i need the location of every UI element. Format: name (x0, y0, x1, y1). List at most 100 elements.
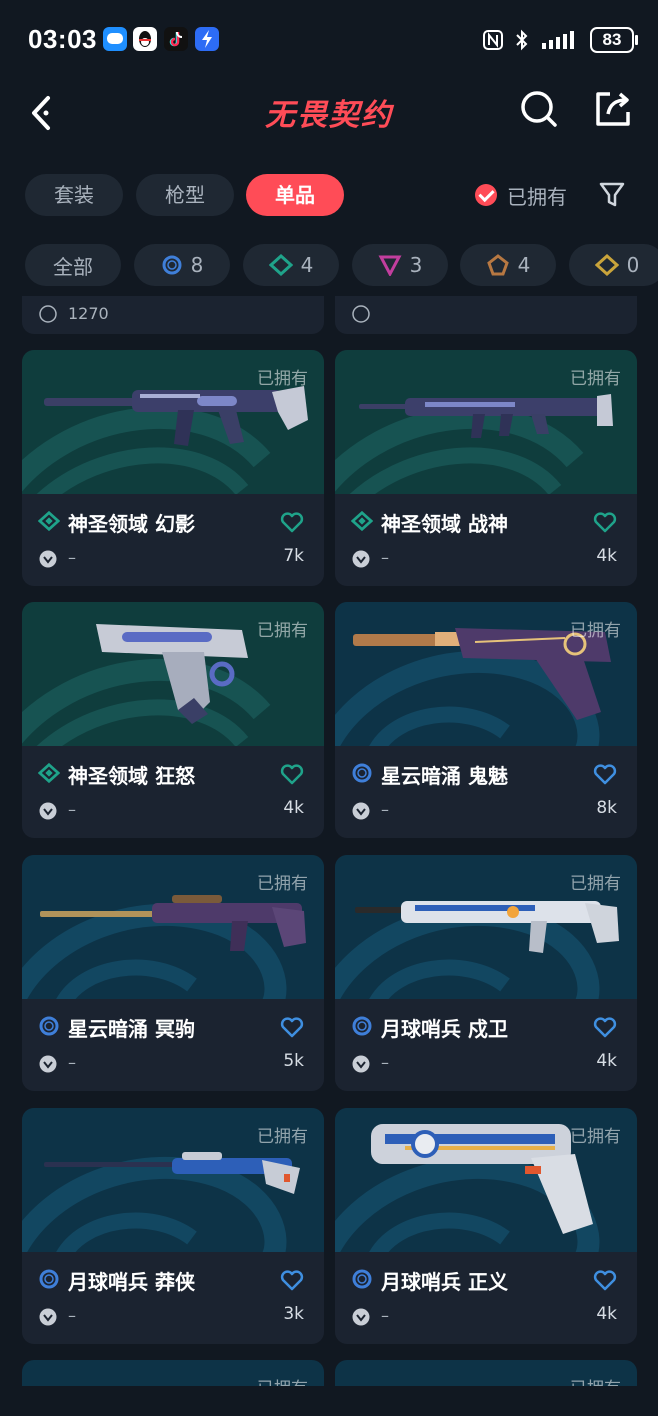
heart-icon[interactable] (280, 1016, 304, 1038)
owned-tag: 已拥有 (257, 1127, 308, 1147)
triangle-tier-icon (378, 255, 402, 276)
item-name: 星云暗涌 鬼魅 (381, 764, 508, 788)
checkbox-checked-icon (475, 184, 497, 206)
radiant-point-icon (39, 802, 57, 820)
item-price: – (381, 800, 389, 819)
item-card-partial[interactable]: 1270 (22, 296, 324, 334)
nfc-icon (483, 30, 503, 50)
category-tabs: 套装 枪型 单品 已拥有 (0, 174, 658, 218)
heart-icon[interactable] (280, 511, 304, 533)
heart-icon[interactable] (593, 763, 617, 785)
battery-indicator: 83 (590, 27, 638, 53)
ring-tier-icon (352, 1016, 372, 1036)
funnel-icon (599, 182, 625, 207)
heart-icon[interactable] (593, 1016, 617, 1038)
heart-icon[interactable] (280, 763, 304, 785)
item-name: 星云暗涌 冥驹 (68, 1017, 195, 1041)
item-value: 1270 (68, 304, 109, 323)
owned-filter-label: 已拥有 (507, 184, 567, 209)
item-price: – (68, 800, 76, 819)
owned-filter-toggle[interactable]: 已拥有 (475, 180, 567, 210)
diamond-tier-icon (38, 510, 60, 532)
item-card[interactable]: 已拥有 月球哨兵 戍卫 – 4k (335, 855, 637, 1091)
chip-count: 8 (190, 253, 204, 277)
ring-tier-icon (39, 1269, 59, 1289)
item-image: 已拥有 (335, 1108, 637, 1252)
tab-weapon-type[interactable]: 枪型 (136, 174, 234, 216)
item-card[interactable]: 已拥有 星云暗涌 鬼魅 – 8k (335, 602, 637, 838)
owned-tag: 已拥有 (570, 621, 621, 641)
search-button[interactable] (516, 86, 562, 132)
owned-tag: 已拥有 (570, 1127, 621, 1147)
radiant-point-icon (39, 305, 57, 323)
item-card-partial[interactable]: 已拥有 (335, 1360, 637, 1386)
favorite-count: 5k (283, 1051, 304, 1071)
favorite-count: 7k (283, 546, 304, 566)
search-icon (521, 91, 557, 127)
chip-ring-tier[interactable]: 8 (134, 244, 230, 286)
item-card[interactable]: 已拥有 神圣领域 战神 – 4k (335, 350, 637, 586)
heart-icon[interactable] (593, 1269, 617, 1291)
item-card[interactable]: 已拥有 星云暗涌 冥驹 – 5k (22, 855, 324, 1091)
item-name: 神圣领域 狂怒 (68, 764, 195, 788)
radiant-point-icon (39, 550, 57, 568)
chip-count: 4 (517, 253, 531, 277)
ring-tier-icon (352, 1269, 372, 1289)
item-price: – (381, 1306, 389, 1325)
favorite-count: 4k (596, 1304, 617, 1324)
diamond-tier-icon (351, 510, 373, 532)
item-card-partial[interactable]: 已拥有 (22, 1360, 324, 1386)
heart-icon[interactable] (280, 1269, 304, 1291)
favorite-count: 4k (596, 1051, 617, 1071)
tab-single-items[interactable]: 单品 (246, 174, 344, 216)
chip-gold-tier[interactable]: 0 (569, 244, 658, 286)
rarity-filter-bar: 全部 8 4 3 4 0 (0, 244, 658, 288)
item-image: 已拥有 (335, 602, 637, 746)
favorite-count: 8k (596, 798, 617, 818)
tab-bundles[interactable]: 套装 (25, 174, 123, 216)
item-card-partial[interactable] (335, 296, 637, 334)
share-button[interactable] (590, 86, 636, 132)
signal-icon (542, 31, 574, 49)
item-image: 已拥有 (22, 350, 324, 494)
ring-tier-icon (39, 1016, 59, 1036)
ring-tier-icon (352, 763, 372, 783)
diamond-tier-icon (38, 762, 60, 784)
chat-app-icon (103, 27, 127, 51)
chip-count: 0 (626, 253, 640, 277)
favorite-count: 4k (596, 546, 617, 566)
status-bar: 03:03 83 (0, 0, 658, 78)
item-price: – (381, 1053, 389, 1072)
chip-pentagon-tier[interactable]: 4 (460, 244, 556, 286)
chip-count: 3 (409, 253, 423, 277)
item-price: – (68, 1306, 76, 1325)
filter-button[interactable] (598, 180, 626, 210)
favorite-count: 4k (283, 798, 304, 818)
favorite-count: 3k (283, 1304, 304, 1324)
chip-count: 4 (300, 253, 314, 277)
bluetooth-icon (516, 29, 528, 51)
item-image: 已拥有 (335, 855, 637, 999)
lightning-app-icon (195, 27, 219, 51)
chip-all[interactable]: 全部 (25, 244, 121, 286)
qq-icon (133, 27, 157, 51)
radiant-point-icon (352, 1308, 370, 1326)
item-price: – (68, 1053, 76, 1072)
heart-icon[interactable] (593, 511, 617, 533)
owned-tag: 已拥有 (257, 1374, 308, 1386)
chip-diamond-tier[interactable]: 4 (243, 244, 339, 286)
item-card[interactable]: 已拥有 月球哨兵 莽侠 – 3k (22, 1108, 324, 1344)
tiktok-icon (164, 27, 188, 51)
owned-tag: 已拥有 (257, 369, 308, 389)
item-card[interactable]: 已拥有 月球哨兵 正义 – 4k (335, 1108, 637, 1344)
item-name: 神圣领域 幻影 (68, 512, 195, 536)
owned-tag: 已拥有 (570, 369, 621, 389)
chip-triangle-tier[interactable]: 3 (352, 244, 448, 286)
item-card[interactable]: 已拥有 神圣领域 狂怒 – 4k (22, 602, 324, 838)
item-name: 月球哨兵 莽侠 (68, 1270, 195, 1294)
item-card[interactable]: 已拥有 神圣领域 幻影 – 7k (22, 350, 324, 586)
item-image: 已拥有 (335, 350, 637, 494)
chip-all-label: 全部 (53, 254, 93, 279)
diamond-tier-icon (268, 254, 293, 276)
owned-tag: 已拥有 (570, 1374, 621, 1386)
